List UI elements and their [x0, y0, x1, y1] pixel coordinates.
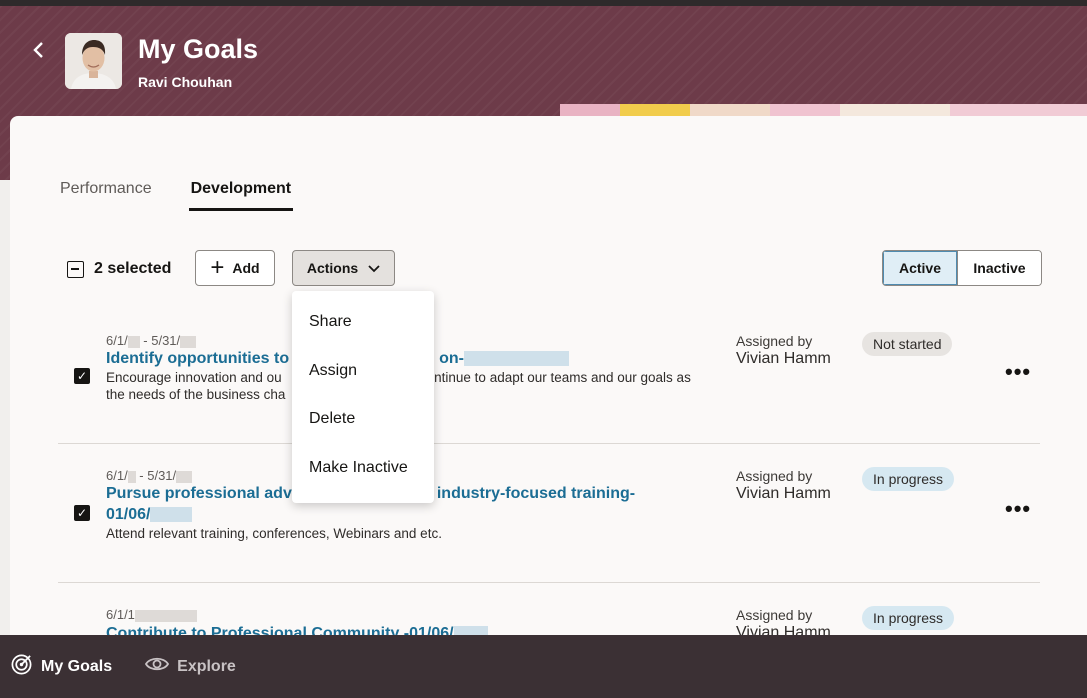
back-icon[interactable]	[28, 36, 50, 64]
menu-item-make-inactive[interactable]: Make Inactive	[309, 459, 408, 477]
nav-my-goals[interactable]: My Goals	[10, 653, 112, 681]
goal-description: Attend relevant training, conferences, W…	[106, 526, 442, 541]
minus-square-icon[interactable]	[67, 260, 84, 278]
goal-date-start: 6/1/	[106, 468, 128, 483]
tab-development[interactable]: Development	[188, 180, 294, 211]
assigned-by-name: Vivian Hamm	[736, 485, 831, 502]
status-toggle: Active Inactive	[882, 250, 1042, 286]
assigned-by-name: Vivian Hamm	[736, 350, 831, 367]
inactive-filter-button[interactable]: Inactive	[957, 251, 1041, 285]
nav-my-goals-label: My Goals	[41, 657, 113, 675]
goal-date-end: - 5/31/	[135, 468, 177, 483]
checkmark-icon[interactable]: ✓	[74, 505, 90, 521]
goal-title-text: Contribute to Professional Community -01…	[106, 625, 454, 635]
active-filter-button[interactable]: Active	[883, 251, 957, 285]
status-badge: In progress	[862, 467, 955, 491]
actions-button-label: Actions	[306, 260, 359, 276]
goal-title-text: Identify opportunities to	[106, 350, 290, 367]
goal-row: 6/1/1 Contribute to Professional Communi…	[58, 583, 1040, 635]
tab-bar: Performance Development	[60, 180, 330, 211]
assigned-by-label: Assigned by	[736, 468, 813, 484]
status-badge: Not started	[862, 332, 953, 356]
eye-icon	[145, 655, 170, 678]
redacted-text	[453, 626, 488, 635]
goal-date-start: 6/1/1	[106, 607, 135, 622]
tab-performance[interactable]: Performance	[60, 180, 152, 211]
goal-date-start: 6/1/	[106, 333, 128, 348]
goal-title-link[interactable]: Contribute to Professional Community -01…	[106, 623, 676, 635]
more-horizontal-icon[interactable]: •••	[1005, 496, 1031, 522]
nav-explore[interactable]: Explore	[145, 655, 236, 678]
goal-row: ✓ 6/1/ - 5/31/ Identify opportunities to…	[58, 321, 1040, 444]
status-badge: In progress	[862, 606, 955, 630]
more-horizontal-icon[interactable]: •••	[1005, 359, 1031, 385]
goal-desc-text: the needs of the business cha	[106, 387, 286, 402]
goal-desc-text: Encourage innovation and ou	[106, 370, 282, 385]
goal-title-text: industry-focused training-	[436, 485, 636, 502]
goal-title-text: Pursue professional adv	[106, 485, 292, 502]
target-icon	[10, 653, 33, 681]
goal-dates: 6/1/ - 5/31/	[106, 333, 197, 348]
selected-count: 2 selected	[94, 260, 172, 277]
chevron-down-icon	[368, 260, 380, 276]
redacted-text	[150, 507, 193, 523]
goal-row: ✓ 6/1/ - 5/31/ Pursue professional adv in…	[58, 444, 1040, 583]
assigned-by-label: Assigned by	[736, 333, 813, 349]
goal-dates: 6/1/1	[106, 607, 197, 622]
redacted-text	[180, 335, 197, 348]
nav-explore-label: Explore	[177, 657, 236, 675]
plus-icon: +	[210, 254, 225, 281]
menu-item-delete[interactable]: Delete	[309, 410, 355, 428]
actions-button[interactable]: Actions	[292, 250, 395, 286]
goal-title-text: 01/06/	[106, 506, 151, 523]
goal-dates: 6/1/ - 5/31/	[106, 468, 193, 483]
avatar	[65, 33, 122, 89]
add-button-label: Add	[232, 260, 260, 276]
menu-item-assign[interactable]: Assign	[309, 362, 357, 380]
checkmark-icon[interactable]: ✓	[74, 368, 90, 384]
add-button[interactable]: + Add	[195, 250, 275, 286]
assigned-by-name: Vivian Hamm	[736, 624, 831, 635]
goals-panel: Performance Development 2 selected + Add…	[10, 116, 1087, 635]
assigned-by-label: Assigned by	[736, 607, 813, 623]
menu-item-share[interactable]: Share	[309, 313, 352, 331]
goal-desc-text: ontinue to adapt our teams and our goals…	[426, 370, 691, 385]
redacted-text	[463, 351, 569, 367]
redacted-text	[134, 609, 197, 622]
goal-date-end: - 5/31/	[139, 333, 181, 348]
page-title: My Goals	[138, 34, 259, 64]
goal-title-text: on-	[439, 350, 464, 367]
page-subtitle: Ravi Chouhan	[138, 74, 233, 90]
left-margin	[0, 180, 10, 635]
redacted-text	[127, 335, 140, 348]
redacted-text	[127, 470, 136, 483]
redacted-text	[176, 470, 193, 483]
selection-status: 2 selected	[67, 260, 171, 278]
bottom-nav: My Goals Explore	[0, 635, 1087, 698]
actions-menu: Share Assign Delete Make Inactive	[292, 291, 434, 503]
